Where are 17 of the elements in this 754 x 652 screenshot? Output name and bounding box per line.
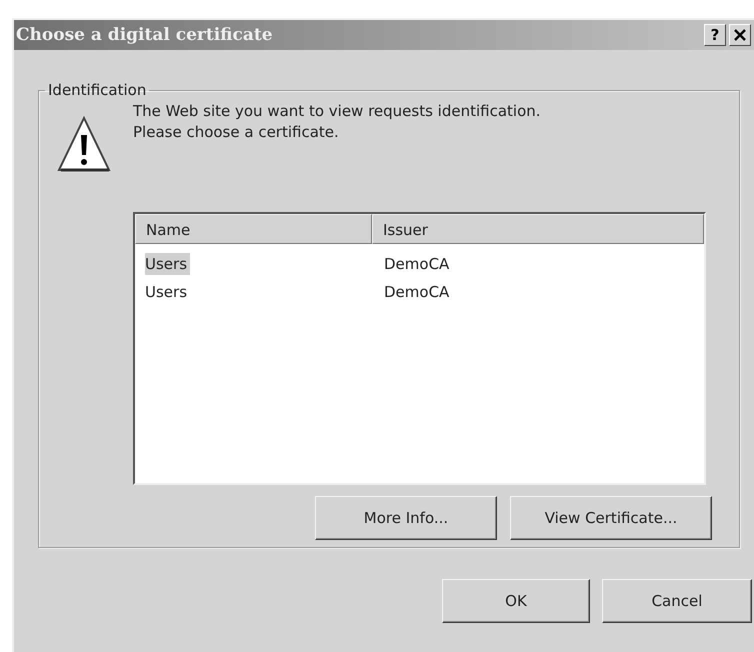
table-cell-text: DemoCA xyxy=(383,255,450,273)
message-text: The Web site you want to view requests identification. Please choose a certificate. xyxy=(133,101,542,143)
close-icon xyxy=(734,29,746,41)
table-cell[interactable]: Users xyxy=(145,281,190,303)
window-title: Choose a digital certificate xyxy=(15,25,274,45)
group-label: Identification xyxy=(47,81,148,99)
table-cell-text: DemoCA xyxy=(383,283,450,301)
help-button[interactable]: ? xyxy=(704,24,726,46)
table-cell[interactable]: Users xyxy=(145,253,190,275)
view-certificate-button[interactable]: View Certificate... xyxy=(510,496,712,540)
column-header[interactable]: Name xyxy=(135,214,372,244)
close-button[interactable] xyxy=(729,24,751,46)
warning-icon xyxy=(57,115,111,173)
more-info-button[interactable]: More Info... xyxy=(315,496,497,540)
cancel-button[interactable]: Cancel xyxy=(602,579,752,623)
ok-button[interactable]: OK xyxy=(442,579,590,623)
column-header[interactable]: Issuer xyxy=(372,214,704,244)
